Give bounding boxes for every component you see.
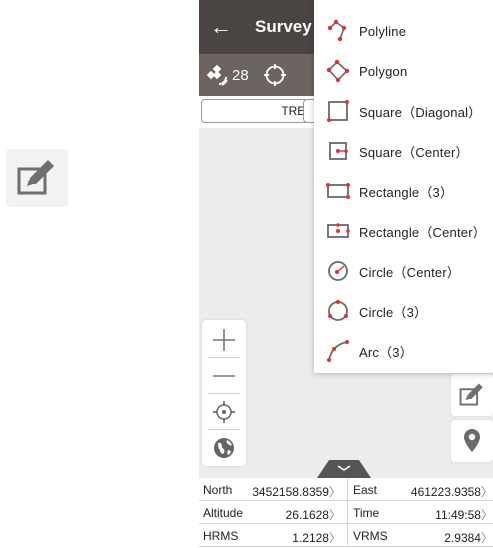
altitude-label: Altitude <box>203 506 244 520</box>
coordinates-table: North 3452158.8359〉 East 461223.9358〉 Al… <box>199 478 493 548</box>
page-title: Survey <box>255 17 312 36</box>
arc-3-icon <box>324 337 352 365</box>
circle-3-icon <box>324 297 352 325</box>
altitude-value-text: 26.1628 <box>285 508 329 522</box>
satellite-count: 28 <box>232 66 249 84</box>
menu-item-label: Arc（3） <box>359 344 413 360</box>
divider <box>347 501 348 524</box>
menu-item-label: Circle（Center） <box>359 264 461 280</box>
globe-icon <box>214 438 234 458</box>
map-tools-panel <box>202 320 246 466</box>
back-button[interactable]: ← <box>201 0 241 54</box>
chevron-right-icon: 〉 <box>480 508 493 522</box>
divider <box>347 524 348 547</box>
menu-item-square-center[interactable]: Square（Center） <box>314 131 493 171</box>
menu-item-rectangle-center[interactable]: Rectangle（Center） <box>314 211 493 251</box>
menu-item-rectangle-3[interactable]: Rectangle（3） <box>314 171 493 211</box>
east-label: East <box>353 483 378 497</box>
polyline-icon <box>324 17 352 45</box>
locate-button[interactable] <box>202 394 246 430</box>
north-value[interactable]: 3452158.8359〉 <box>252 483 341 500</box>
menu-item-polygon[interactable]: Polygon <box>314 51 493 91</box>
menu-item-label: Rectangle（3） <box>359 184 454 200</box>
vrms-value-text: 2.9384 <box>444 531 481 545</box>
map-pin-icon <box>464 429 480 452</box>
menu-item-label: Square（Diagonal） <box>359 104 482 120</box>
menu-item-arc-3[interactable]: Arc（3） <box>314 331 493 371</box>
hrms-label: HRMS <box>203 529 239 543</box>
edit-button[interactable] <box>451 374 493 416</box>
altitude-value[interactable]: 26.1628〉 <box>286 506 341 523</box>
menu-item-square-diagonal[interactable]: Square（Diagonal） <box>314 91 493 131</box>
chevron-right-icon: 〉 <box>480 485 493 499</box>
crosshair-icon <box>263 64 286 86</box>
menu-item-circle-3[interactable]: Circle（3） <box>314 291 493 331</box>
map-pin-button[interactable] <box>451 420 493 462</box>
north-label: North <box>203 483 233 497</box>
time-value-text: 11:49:58 <box>435 508 481 522</box>
chevron-right-icon: 〉 <box>328 508 341 522</box>
menu-item-label: Square（Center） <box>359 144 469 160</box>
polygon-icon <box>324 57 352 85</box>
divider <box>347 478 348 501</box>
shape-menu: Polyline Polygon Square（Diagonal） Square… <box>314 0 493 373</box>
menu-item-polyline[interactable]: Polyline <box>314 11 493 51</box>
hrms-value[interactable]: 1.2128〉 <box>292 529 341 546</box>
edit-icon <box>459 383 483 406</box>
layers-button[interactable] <box>202 430 246 466</box>
zoom-in-button[interactable] <box>202 322 246 358</box>
square-center-icon <box>324 137 352 165</box>
table-row: North 3452158.8359〉 East 461223.9358〉 <box>199 478 493 501</box>
crosshair-button[interactable] <box>263 63 287 87</box>
table-row: HRMS 1.2128〉 VRMS 2.9384〉 <box>199 524 493 547</box>
vrms-label: VRMS <box>353 529 388 543</box>
arrow-left-icon: ← <box>210 14 232 39</box>
hrms-value-text: 1.2128 <box>292 531 329 545</box>
square-diagonal-icon <box>324 97 352 125</box>
locate-icon <box>213 401 235 423</box>
rectangle-center-icon <box>324 217 352 245</box>
circle-center-icon <box>324 257 352 285</box>
minus-icon <box>213 375 235 377</box>
table-row: Altitude 26.1628〉 Time 11:49:58〉 <box>199 501 493 524</box>
chevron-right-icon: 〉 <box>480 531 493 545</box>
menu-item-label: Circle（3） <box>359 304 428 320</box>
time-label: Time <box>353 506 380 520</box>
menu-item-label: Polygon <box>359 63 408 79</box>
chevron-right-icon: 〉 <box>328 485 341 499</box>
menu-item-label: Rectangle（Center） <box>359 224 486 240</box>
east-value[interactable]: 461223.9358〉 <box>411 483 493 500</box>
time-value[interactable]: 11:49:58〉 <box>435 506 493 523</box>
vrms-value[interactable]: 2.9384〉 <box>444 529 493 546</box>
zoom-out-button[interactable] <box>202 358 246 394</box>
east-value-text: 461223.9358 <box>410 485 481 499</box>
rectangle-3-icon <box>324 177 352 205</box>
drawer-handle[interactable] <box>307 460 381 478</box>
satellite-status[interactable]: 28 <box>205 63 249 87</box>
north-value-text: 3452158.8359 <box>252 485 329 499</box>
satellite-icon <box>206 64 228 86</box>
plus-icon <box>213 329 235 351</box>
menu-item-circle-center[interactable]: Circle（Center） <box>314 251 493 291</box>
chevron-down-icon <box>317 460 371 478</box>
chevron-right-icon: 〉 <box>328 531 341 545</box>
edit-icon[interactable] <box>6 149 68 207</box>
menu-item-label: Polyline <box>359 23 407 39</box>
